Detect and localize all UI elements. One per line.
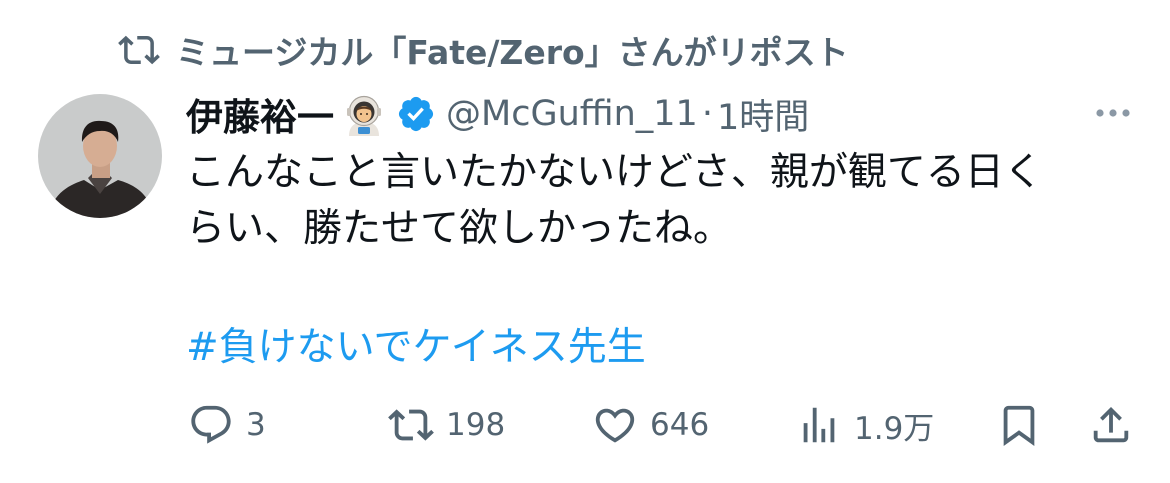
repost-count: 198 xyxy=(446,407,506,443)
separator-dot: · xyxy=(701,94,713,134)
view-count: 1.9万 xyxy=(854,410,935,447)
action-bar: 3 198 646 1.9万 xyxy=(0,400,1170,450)
bookmark-button[interactable] xyxy=(996,400,1042,450)
views-button[interactable]: 1.9万 xyxy=(796,400,934,450)
retweet-icon xyxy=(118,35,160,65)
user-handle[interactable]: @McGuffin_11 xyxy=(446,94,698,134)
repost-by-label[interactable]: ミュージカル「Fate/Zero」さんがリポスト xyxy=(176,26,849,74)
share-icon xyxy=(1093,406,1129,443)
verified-badge-icon[interactable] xyxy=(396,94,436,134)
heart-icon xyxy=(595,408,635,443)
repost-button[interactable]: 198 xyxy=(388,400,505,450)
bookmark-icon xyxy=(1003,405,1035,446)
reply-count: 3 xyxy=(246,407,266,443)
like-count: 646 xyxy=(650,407,710,443)
repost-indicator: ミュージカル「Fate/Zero」さんがリポスト xyxy=(118,28,849,72)
like-button[interactable]: 646 xyxy=(592,400,709,450)
tweet-text-line: こんなこと言いたかないけどさ、親が観てる日く xyxy=(186,150,1043,195)
timestamp[interactable]: 1時間 xyxy=(717,89,809,140)
retweet-icon xyxy=(388,409,434,441)
tweet-text-line: らい、勝たせて欲しかったね。 xyxy=(186,206,733,251)
share-button[interactable] xyxy=(1088,400,1134,450)
analytics-icon xyxy=(803,407,835,443)
hashtag-link[interactable]: #負けないでケイネス先生 xyxy=(186,321,646,375)
avatar[interactable] xyxy=(38,94,162,218)
more-options-icon[interactable] xyxy=(1090,98,1136,128)
tweet-header: 伊藤裕一 @McGuffin_11 · 1時間 xyxy=(186,88,809,140)
reply-icon xyxy=(191,405,231,444)
astronaut-emoji-icon xyxy=(347,95,381,136)
tweet-text: こんなこと言いたかないけどさ、親が観てる日く らい、勝たせて欲しかったね。 xyxy=(186,145,1136,257)
display-name[interactable]: 伊藤裕一 xyxy=(186,87,334,141)
reply-button[interactable]: 3 xyxy=(188,400,266,450)
